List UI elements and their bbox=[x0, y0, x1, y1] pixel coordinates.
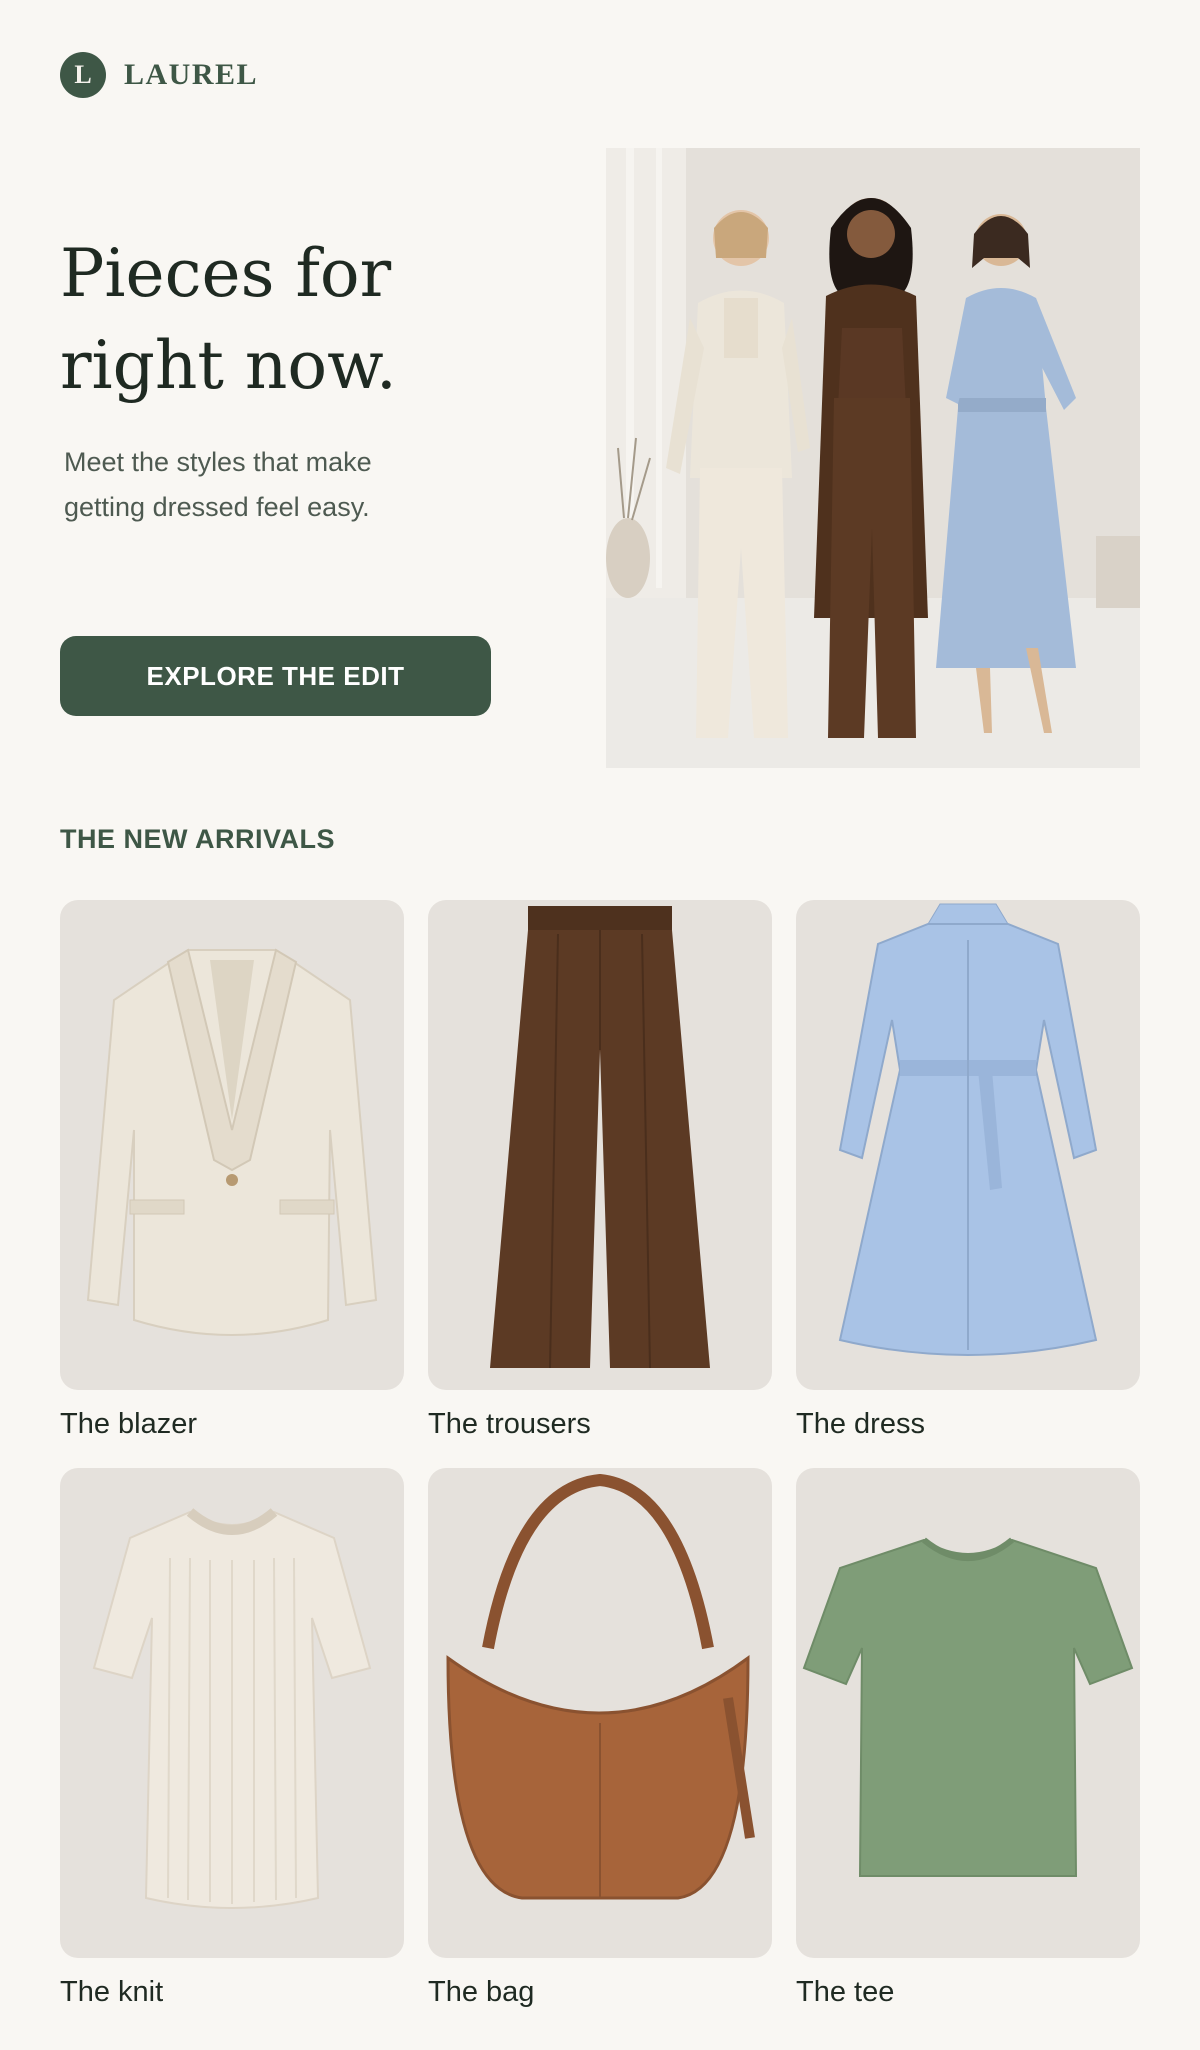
product-card-trousers[interactable]: The trousers bbox=[428, 900, 772, 1442]
hero-title-line-1: Pieces for bbox=[60, 235, 392, 312]
product-card-blazer[interactable]: The blazer bbox=[60, 900, 404, 1442]
hero-subtitle-line-1: Meet the styles that make bbox=[64, 447, 372, 477]
product-label[interactable]: The tee bbox=[796, 1974, 1140, 2010]
tee-icon bbox=[802, 1537, 1134, 1877]
product-image-bag[interactable] bbox=[428, 1468, 772, 1958]
product-label[interactable]: The trousers bbox=[428, 1406, 772, 1442]
product-label[interactable]: The dress bbox=[796, 1406, 1140, 1442]
hero-title-line-2: right now. bbox=[60, 327, 397, 404]
trousers-icon bbox=[490, 906, 710, 1369]
product-card-knit[interactable]: The knit bbox=[60, 1468, 404, 2010]
new-arrivals-heading: THE NEW ARRIVALS bbox=[60, 824, 335, 854]
product-label[interactable]: The bag bbox=[428, 1974, 772, 2010]
brand-header[interactable]: L LAUREL bbox=[60, 52, 258, 98]
product-image-knit[interactable] bbox=[60, 1468, 404, 1958]
knit-icon bbox=[92, 1508, 372, 1909]
product-card-dress[interactable]: The dress bbox=[796, 900, 1140, 1442]
hero-title: Pieces for right now. bbox=[60, 228, 540, 412]
product-image-tee[interactable] bbox=[796, 1468, 1140, 1958]
brand-logo: L bbox=[60, 52, 106, 98]
product-image-blazer[interactable] bbox=[60, 900, 404, 1390]
product-label[interactable]: The blazer bbox=[60, 1406, 404, 1442]
hero-subtitle: Meet the styles that make getting dressed… bbox=[64, 440, 494, 530]
product-card-bag[interactable]: The bag bbox=[428, 1468, 772, 2010]
blazer-icon bbox=[86, 948, 378, 1336]
bag-icon bbox=[446, 1473, 755, 1900]
brand-name: LAUREL bbox=[124, 58, 259, 91]
explore-edit-button[interactable]: EXPLORE THE EDIT bbox=[60, 636, 491, 716]
product-image-dress[interactable] bbox=[796, 900, 1140, 1390]
hero-image[interactable] bbox=[606, 148, 1140, 768]
hero-subtitle-line-2: getting dressed feel easy. bbox=[64, 492, 370, 522]
product-card-tee[interactable]: The tee bbox=[796, 1468, 1140, 2010]
product-image-trousers[interactable] bbox=[428, 900, 772, 1390]
product-label[interactable]: The knit bbox=[60, 1974, 404, 2010]
dress-icon bbox=[838, 903, 1098, 1356]
